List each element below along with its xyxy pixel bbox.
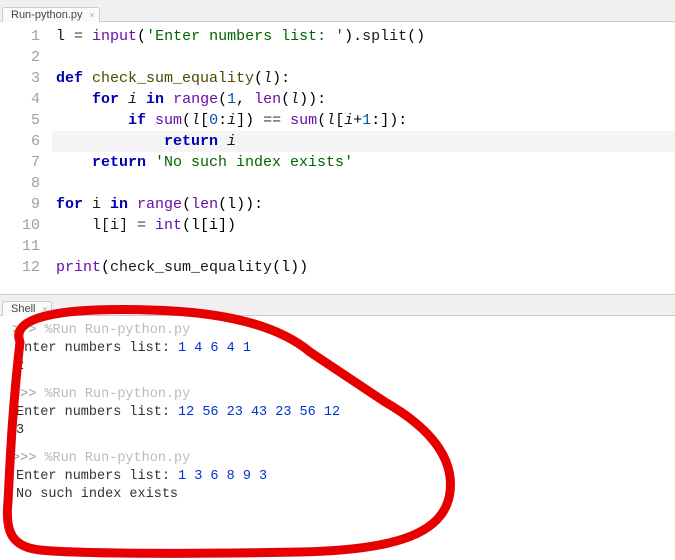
code-line: l = input('Enter numbers list: ').split(…	[52, 26, 675, 47]
line-number: 4	[0, 89, 40, 110]
program-output: 3	[16, 423, 24, 438]
line-number: 1	[0, 26, 40, 47]
user-input: 12 56 23 43 23 56 12	[178, 405, 340, 420]
program-output: 2	[16, 359, 24, 374]
line-number: 6	[0, 131, 40, 152]
shell-run-block: >>> %Run Run-python.py Enter numbers lis…	[12, 322, 667, 376]
shell-tab-label: Shell	[11, 303, 35, 315]
code-line: return 'No such index exists'	[52, 152, 675, 173]
line-number: 8	[0, 173, 40, 194]
shell-output[interactable]: >>> %Run Run-python.py Enter numbers lis…	[0, 316, 675, 522]
run-command: %Run Run-python.py	[44, 451, 190, 466]
line-number: 5	[0, 110, 40, 131]
close-icon[interactable]: ×	[89, 10, 94, 20]
code-line: if sum(l[0:i]) == sum(l[i+1:]):	[52, 110, 675, 131]
code-line: print(check_sum_equality(l))	[52, 257, 675, 278]
shell-prompt: >>>	[12, 323, 44, 338]
shell-run-block: >>> %Run Run-python.py Enter numbers lis…	[12, 450, 667, 504]
shell-prompt: >>>	[12, 451, 44, 466]
user-input: 1 4 6 4 1	[178, 341, 251, 356]
shell-tabbar: Shell ×	[0, 294, 675, 316]
line-number: 12	[0, 257, 40, 278]
line-number: 10	[0, 215, 40, 236]
line-number-gutter: 1 2 3 4 5 6 7 8 9 10 11 12	[0, 26, 52, 278]
code-line: for i in range(len(l)):	[52, 194, 675, 215]
editor-tab-label: Run-python.py	[11, 9, 83, 21]
close-icon[interactable]: ×	[42, 304, 47, 314]
user-input: 1 3 6 8 9 3	[178, 469, 267, 484]
program-output: No such index exists	[16, 487, 178, 502]
shell-run-block: >>> %Run Run-python.py Enter numbers lis…	[12, 386, 667, 440]
code-editor[interactable]: 1 2 3 4 5 6 7 8 9 10 11 12 l = input('En…	[0, 22, 675, 286]
line-number: 3	[0, 68, 40, 89]
editor-tabbar: Run-python.py ×	[0, 0, 675, 22]
code-line: l[i] = int(l[i])	[52, 215, 675, 236]
code-line	[52, 47, 675, 68]
editor-tab[interactable]: Run-python.py ×	[2, 7, 100, 22]
line-number: 11	[0, 236, 40, 257]
code-line: return i	[52, 131, 675, 152]
code-area[interactable]: l = input('Enter numbers list: ').split(…	[52, 26, 675, 278]
run-command: %Run Run-python.py	[44, 323, 190, 338]
code-line	[52, 236, 675, 257]
shell-tab[interactable]: Shell ×	[2, 301, 52, 316]
run-command: %Run Run-python.py	[44, 387, 190, 402]
code-line: for i in range(1, len(l)):	[52, 89, 675, 110]
line-number: 7	[0, 152, 40, 173]
code-line: def check_sum_equality(l):	[52, 68, 675, 89]
input-prompt-text: Enter numbers list:	[16, 341, 178, 356]
line-number: 9	[0, 194, 40, 215]
input-prompt-text: Enter numbers list:	[16, 405, 178, 420]
shell-prompt: >>>	[12, 387, 44, 402]
line-number: 2	[0, 47, 40, 68]
code-line	[52, 173, 675, 194]
input-prompt-text: Enter numbers list:	[16, 469, 178, 484]
